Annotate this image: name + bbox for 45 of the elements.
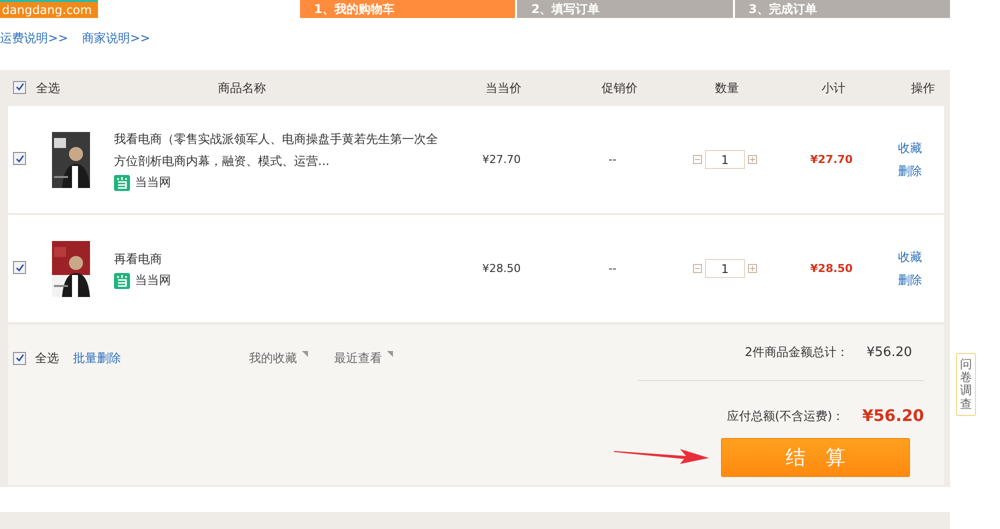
checkbox[interactable] <box>13 80 26 94</box>
checkout-step: 1、我的购物车 <box>300 0 516 18</box>
column-header: 当当价 <box>486 80 522 94</box>
caret-icon <box>302 350 308 356</box>
price: ¥28.50 <box>482 262 521 275</box>
select-all-label: 全选 <box>36 80 60 94</box>
shop-name[interactable]: 当当网 <box>135 174 171 191</box>
product-title[interactable]: 我看电商（零售实战派领军人、电商操盘手黄若先生第一次全方位剖析电商内幕，融资、模式、运营... <box>114 128 444 172</box>
shop-icon <box>114 174 130 190</box>
batch-delete-link[interactable]: 批量删除 <box>73 350 121 366</box>
total-label: 2件商品金额总计： <box>744 344 848 361</box>
column-header: 促销价 <box>602 80 638 94</box>
action-link[interactable]: 收藏 <box>898 248 948 266</box>
checkbox[interactable] <box>13 352 26 364</box>
quantity-field[interactable]: 1 <box>705 259 745 278</box>
shop-icon <box>114 272 130 288</box>
column-header: 商品名称 <box>218 80 266 94</box>
checkout-step: 2、填写订单 <box>515 0 733 18</box>
select-all-label: 全选 <box>35 350 59 366</box>
info-link[interactable]: 商家说明>> <box>82 30 150 46</box>
subtotal: ¥28.50 <box>810 262 853 275</box>
action-link[interactable]: 删除 <box>898 272 948 288</box>
column-header: 数量 <box>715 80 739 94</box>
survey-tab[interactable]: 问卷调查 <box>956 353 976 416</box>
payable-label: 应付总额(不含运费)： <box>726 408 844 425</box>
info-link[interactable]: 运费说明>> <box>0 30 68 46</box>
checkout-step: 3、完成订单 <box>732 0 950 18</box>
dropdown-tab[interactable]: 最近查看 <box>334 350 393 366</box>
promo-price: -- <box>608 262 616 275</box>
product-title[interactable]: 再看电商 <box>114 248 444 270</box>
total-amount: ¥56.20 <box>866 345 912 360</box>
action-link[interactable]: 收藏 <box>898 140 948 156</box>
caret-icon <box>387 350 393 356</box>
quantity-field[interactable]: 1 <box>705 150 745 169</box>
promo-price: -- <box>608 153 616 166</box>
column-header: 小计 <box>822 80 846 94</box>
checkbox[interactable] <box>13 261 26 274</box>
action-link[interactable]: 删除 <box>898 162 948 180</box>
column-header: 操作 <box>911 80 935 94</box>
subtotal: ¥27.70 <box>810 153 853 166</box>
price: ¥27.70 <box>482 153 521 166</box>
payable-amount: ¥56.20 <box>862 406 924 425</box>
shop-name[interactable]: 当当网 <box>135 272 171 289</box>
dropdown-tab[interactable]: 我的收藏 <box>249 350 308 366</box>
checkbox[interactable] <box>13 152 26 166</box>
